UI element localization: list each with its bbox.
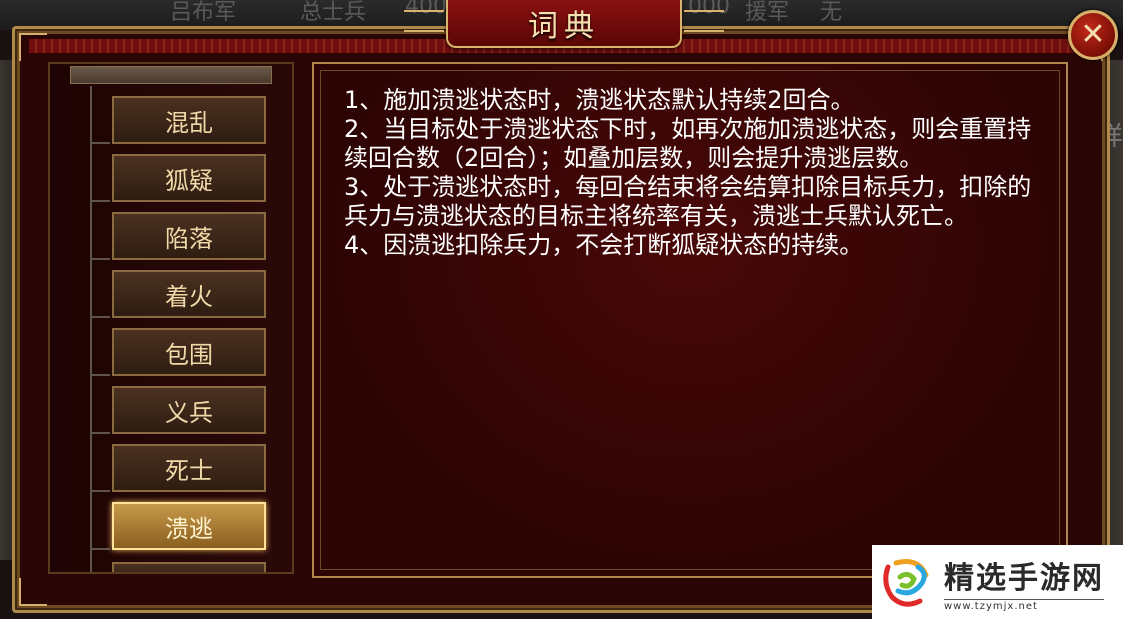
description-line: 2、当目标处于溃逃状态下时，如再次施加溃逃状态，则会重置持续回合数（2回合）；如…: [344, 115, 1032, 172]
term-list-panel[interactable]: 混乱 狐疑 陷落 着火 包围 义兵 死士 溃逃: [48, 62, 294, 574]
list-item-encircle[interactable]: 包围: [112, 328, 266, 376]
corner-ornament: [19, 578, 47, 606]
tree-branch: [90, 316, 110, 318]
watermark-title: 精选手游网: [944, 560, 1104, 596]
bg-reinforce-value: 无: [820, 0, 843, 25]
close-button[interactable]: ✕: [1068, 10, 1118, 60]
tree-branch: [90, 200, 110, 202]
watermark-logo-icon: [883, 559, 929, 607]
close-icon: ✕: [1080, 17, 1106, 52]
list-item-fire[interactable]: 着火: [112, 270, 266, 318]
list-top-cap: [70, 66, 272, 84]
tree-branch: [90, 548, 110, 550]
corner-ornament: [19, 33, 47, 61]
list-item-fall[interactable]: 陷落: [112, 212, 266, 260]
title-banner: 词典: [404, 0, 724, 48]
bg-army-name: 吕布军: [170, 0, 237, 25]
list-item-deathguard[interactable]: 死士: [112, 444, 266, 492]
description-text: 1、施加溃逃状态时，溃逃状态默认持续2回合。 2、当目标处于溃逃状态下时，如再次…: [344, 86, 1044, 260]
description-line: 3、处于溃逃状态时，每回合结束将会结算扣除目标兵力，扣除的兵力与溃逃状态的目标主…: [344, 173, 1032, 230]
tree-line: [90, 86, 92, 572]
bg-reinforce-label: 援军: [745, 0, 790, 25]
list-item-rout[interactable]: 溃逃: [112, 502, 266, 550]
site-watermark: 精选手游网 www.tzymjx.net: [872, 545, 1123, 619]
tree-branch: [90, 374, 110, 376]
term-description-panel: 1、施加溃逃状态时，溃逃状态默认持续2回合。 2、当目标处于溃逃状态下时，如再次…: [312, 62, 1068, 578]
tree-branch: [90, 142, 110, 144]
list-item-chaos[interactable]: 混乱: [112, 96, 266, 144]
description-line: 4、因溃逃扣除兵力，不会打断狐疑状态的持续。: [344, 231, 864, 259]
list-item-suspicion[interactable]: 狐疑: [112, 154, 266, 202]
bg-soldier-label: 总士兵: [300, 0, 367, 25]
dialog-title: 词典: [528, 9, 600, 44]
tree-branch: [90, 258, 110, 260]
list-item-militia[interactable]: 义兵: [112, 386, 266, 434]
watermark-url: www.tzymjx.net: [944, 598, 1104, 612]
list-item-next[interactable]: [112, 562, 266, 572]
tree-branch: [90, 432, 110, 434]
description-line: 1、施加溃逃状态时，溃逃状态默认持续2回合。: [344, 86, 855, 114]
tree-branch: [90, 490, 110, 492]
